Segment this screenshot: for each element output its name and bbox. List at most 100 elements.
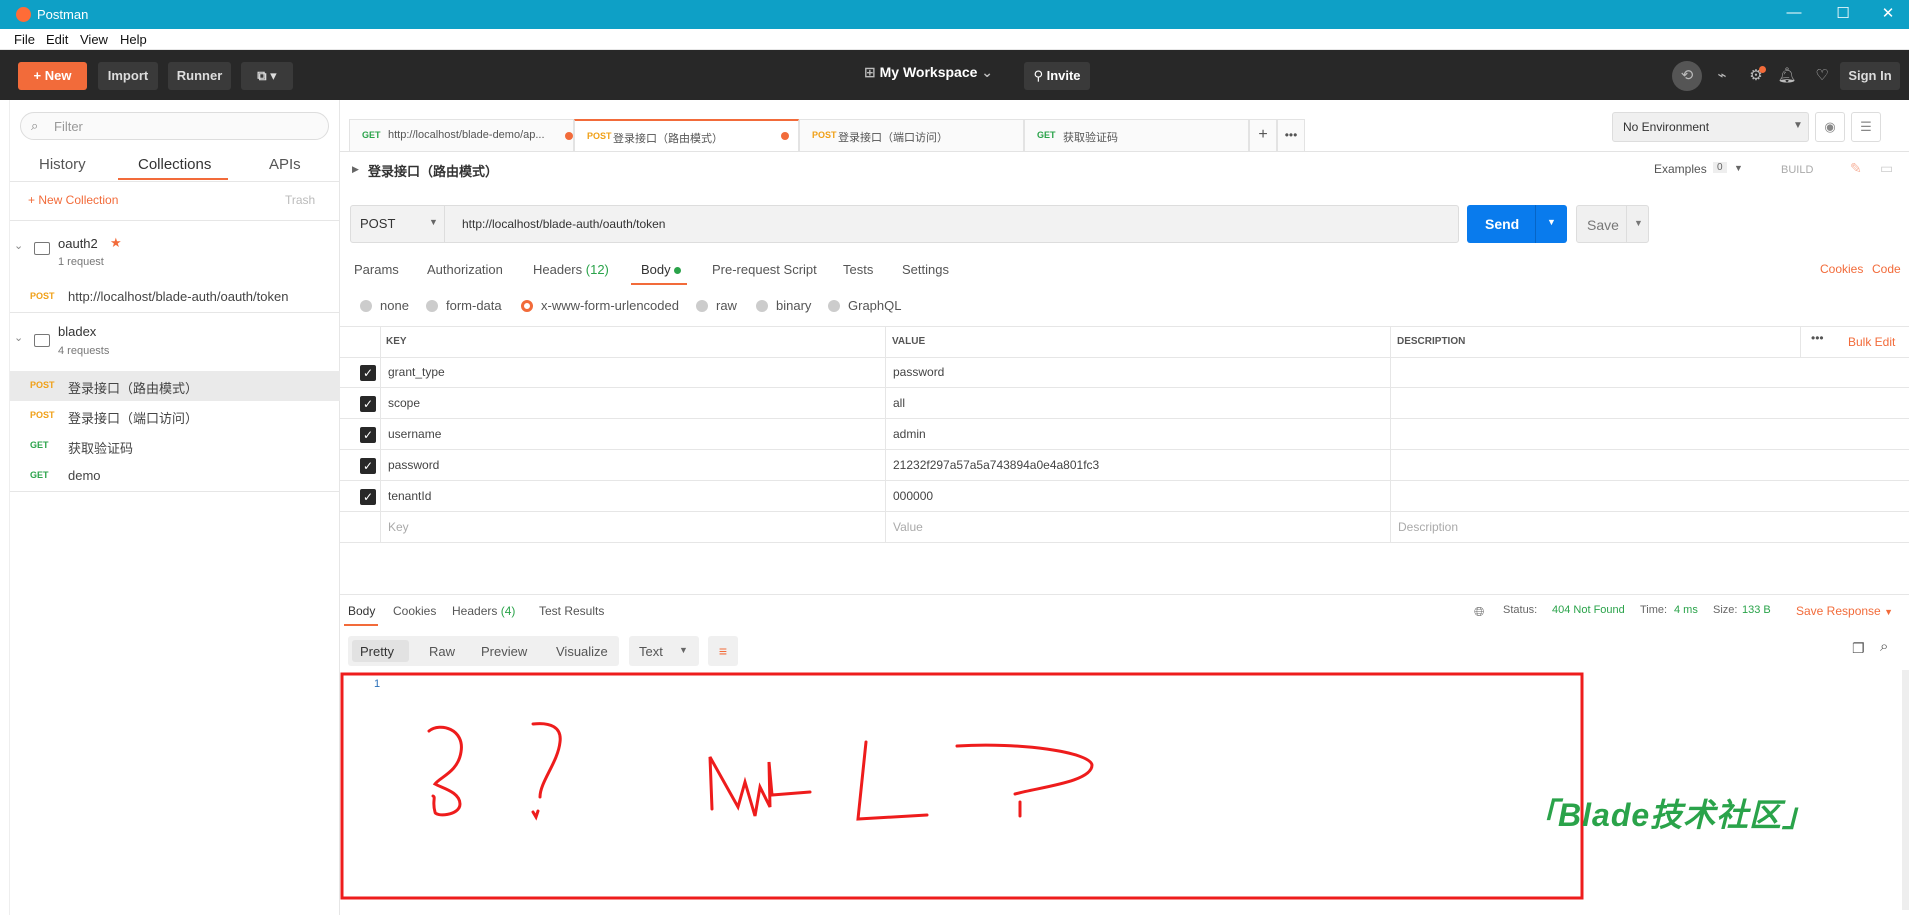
param-key[interactable]: username bbox=[388, 427, 441, 441]
menu-edit[interactable]: Edit bbox=[46, 32, 68, 47]
new-key-input[interactable]: Key bbox=[388, 520, 409, 534]
checkbox-checked-icon[interactable]: ✓ bbox=[360, 489, 376, 505]
menu-file[interactable]: File bbox=[14, 32, 35, 47]
view-preview-button[interactable]: Preview bbox=[481, 644, 527, 659]
tab-history[interactable]: History bbox=[39, 156, 86, 173]
scrollbar[interactable] bbox=[1902, 670, 1909, 910]
param-key[interactable]: tenantId bbox=[388, 489, 431, 503]
tab-collections[interactable]: Collections bbox=[138, 156, 211, 173]
checkbox-checked-icon[interactable]: ✓ bbox=[360, 427, 376, 443]
radio-none[interactable]: none bbox=[360, 298, 409, 313]
checkbox-checked-icon[interactable]: ✓ bbox=[360, 365, 376, 381]
save-button[interactable]: Save ▼ bbox=[1576, 205, 1649, 243]
code-link[interactable]: Code bbox=[1872, 262, 1901, 276]
trash-button[interactable]: Trash bbox=[285, 193, 315, 207]
radio-binary[interactable]: binary bbox=[756, 298, 811, 313]
tab-authorization[interactable]: Authorization bbox=[427, 262, 503, 277]
collection-oauth2[interactable]: ⌄ oauth2 ★ 1 request bbox=[10, 221, 340, 283]
add-tab-icon[interactable]: + bbox=[1249, 119, 1277, 151]
collection-bladex[interactable]: ⌄ bladex 4 requests bbox=[10, 313, 340, 375]
star-icon[interactable]: ★ bbox=[110, 235, 122, 251]
chevron-down-icon[interactable]: ▼ bbox=[1734, 163, 1743, 173]
invite-button[interactable]: ⚲ Invite bbox=[1024, 62, 1090, 90]
examples-label[interactable]: Examples bbox=[1654, 162, 1707, 176]
param-value[interactable]: admin bbox=[893, 427, 926, 441]
wrap-lines-icon[interactable]: ≡ bbox=[708, 636, 738, 666]
pencil-icon[interactable]: ✎ bbox=[1850, 160, 1862, 177]
eye-icon[interactable]: ◉ bbox=[1815, 112, 1845, 142]
param-value[interactable]: password bbox=[893, 365, 944, 379]
copy-icon[interactable]: ❐ bbox=[1852, 640, 1865, 657]
list-item[interactable]: POST http://localhost/blade-auth/oauth/t… bbox=[10, 282, 340, 312]
send-button[interactable]: Send ▼ bbox=[1467, 205, 1567, 243]
environment-select[interactable]: No Environment ▼ bbox=[1612, 112, 1809, 142]
menu-view[interactable]: View bbox=[80, 32, 108, 47]
tab-request[interactable]: GET 获取验证码 bbox=[1024, 119, 1249, 151]
tab-request[interactable]: POST 登录接口（端口访问） bbox=[799, 119, 1024, 151]
tab-test-results[interactable]: Test Results bbox=[539, 604, 604, 618]
sync-off-icon[interactable]: ⟲ bbox=[1672, 61, 1702, 91]
param-key[interactable]: password bbox=[388, 458, 439, 472]
import-button[interactable]: Import bbox=[98, 62, 158, 90]
tab-request-active[interactable]: POST 登录接口（路由模式） bbox=[574, 119, 799, 151]
save-response-button[interactable]: Save Response ▼ bbox=[1796, 604, 1893, 618]
checkbox-checked-icon[interactable]: ✓ bbox=[360, 458, 376, 474]
tab-response-headers[interactable]: Headers (4) bbox=[452, 604, 515, 618]
heart-icon[interactable]: ♡ bbox=[1810, 64, 1834, 88]
more-options-icon[interactable]: ••• bbox=[1811, 331, 1824, 345]
workspace-switcher[interactable]: ⊞ My Workspace ⌄ bbox=[864, 64, 993, 81]
radio-graphql[interactable]: GraphQL bbox=[828, 298, 901, 313]
tab-response-body[interactable]: Body bbox=[348, 604, 375, 618]
new-description-input[interactable]: Description bbox=[1398, 520, 1458, 534]
tab-pre-request-script[interactable]: Pre-request Script bbox=[712, 262, 817, 277]
list-item[interactable]: GET demo bbox=[10, 461, 340, 491]
tab-response-cookies[interactable]: Cookies bbox=[393, 604, 436, 618]
maximize-button[interactable]: ☐ bbox=[1823, 4, 1863, 22]
more-tabs-icon[interactable]: ••• bbox=[1277, 119, 1305, 151]
bulk-edit-link[interactable]: Bulk Edit bbox=[1848, 335, 1895, 349]
param-key[interactable]: scope bbox=[388, 396, 420, 410]
minimize-button[interactable]: — bbox=[1774, 4, 1814, 21]
filter-input[interactable]: ⌕ Filter bbox=[20, 112, 329, 140]
tab-params[interactable]: Params bbox=[354, 262, 399, 277]
list-item[interactable]: GET 获取验证码 bbox=[10, 431, 340, 461]
param-value[interactable]: 21232f297a57a5a743894a0e4a801fc3 bbox=[893, 458, 1099, 472]
method-select[interactable]: POST ▼ bbox=[351, 206, 445, 242]
checkbox-checked-icon[interactable]: ✓ bbox=[360, 396, 376, 412]
search-icon[interactable]: ⌕ bbox=[1880, 638, 1888, 655]
comment-icon[interactable]: ▭ bbox=[1880, 160, 1893, 177]
param-value[interactable]: all bbox=[893, 396, 905, 410]
list-item[interactable]: POST 登录接口（端口访问） bbox=[10, 401, 340, 431]
radio-form-data[interactable]: form-data bbox=[426, 298, 502, 313]
view-visualize-button[interactable]: Visualize bbox=[556, 644, 608, 659]
new-button[interactable]: + New bbox=[18, 62, 87, 90]
satellite-icon[interactable]: ⌁ bbox=[1710, 64, 1734, 88]
tab-apis[interactable]: APIs bbox=[269, 156, 301, 173]
cookies-link[interactable]: Cookies bbox=[1820, 262, 1863, 276]
menu-help[interactable]: Help bbox=[120, 32, 147, 47]
radio-raw[interactable]: raw bbox=[696, 298, 737, 313]
tab-headers[interactable]: Headers (12) bbox=[533, 262, 609, 277]
chevron-down-icon[interactable]: ▼ bbox=[1547, 217, 1556, 227]
tab-body[interactable]: Body bbox=[641, 262, 682, 277]
new-collection-button[interactable]: + New Collection bbox=[28, 193, 118, 207]
view-pretty-button[interactable]: Pretty bbox=[360, 644, 394, 659]
tab-tests[interactable]: Tests bbox=[843, 262, 873, 277]
close-button[interactable]: ✕ bbox=[1868, 4, 1908, 22]
bell-icon[interactable]: 🔔︎ bbox=[1775, 64, 1799, 88]
radio-x-www-form-urlencoded[interactable]: x-www-form-urlencoded bbox=[521, 298, 679, 313]
sliders-icon[interactable]: ☰ bbox=[1851, 112, 1881, 142]
new-value-input[interactable]: Value bbox=[893, 520, 923, 534]
tab-settings[interactable]: Settings bbox=[902, 262, 949, 277]
param-value[interactable]: 000000 bbox=[893, 489, 933, 503]
url-input[interactable]: http://localhost/blade-auth/oauth/token bbox=[462, 217, 665, 231]
new-window-button[interactable]: ⧉ ▾ bbox=[241, 62, 293, 90]
format-select[interactable]: Text ▼ bbox=[629, 636, 699, 666]
param-key[interactable]: grant_type bbox=[388, 365, 445, 379]
caret-right-icon[interactable]: ▶ bbox=[352, 164, 359, 175]
sign-in-button[interactable]: Sign In bbox=[1840, 62, 1900, 90]
chevron-down-icon[interactable]: ▼ bbox=[1634, 218, 1643, 228]
list-item[interactable]: POST 登录接口（路由模式） bbox=[10, 371, 340, 401]
tab-request[interactable]: GET http://localhost/blade-demo/ap... bbox=[349, 119, 574, 151]
view-raw-button[interactable]: Raw bbox=[429, 644, 455, 659]
